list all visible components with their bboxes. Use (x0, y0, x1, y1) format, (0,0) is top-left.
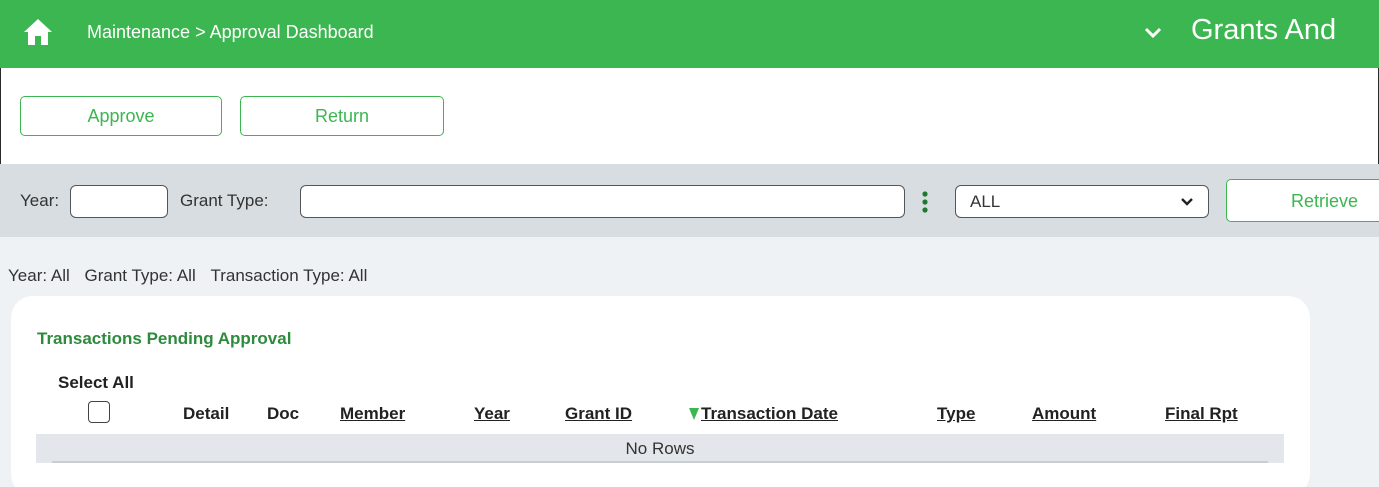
column-header-detail: Detail (183, 404, 230, 423)
retrieve-button-label: Retrieve (1291, 191, 1359, 211)
card-title: Transactions Pending Approval (37, 329, 292, 348)
return-button[interactable]: Return (240, 96, 444, 136)
grant-type-filter-input[interactable] (300, 185, 905, 218)
breadcrumb: Maintenance > Approval Dashboard (87, 22, 374, 42)
summary-transaction-type-value: All (348, 266, 368, 285)
filter-summary: Year: All Grant Type: All Transaction Ty… (8, 266, 367, 286)
column-header-transaction-date-label: Transaction Date (701, 404, 838, 423)
select-all-checkbox[interactable] (88, 401, 110, 423)
summary-transaction-type-label: Transaction Type: (210, 266, 345, 285)
year-filter-input[interactable] (70, 185, 168, 218)
summary-year-label: Year: (8, 266, 48, 285)
transaction-type-select[interactable]: ALL (955, 185, 1209, 218)
home-icon[interactable] (22, 16, 54, 48)
chevron-down-icon (1181, 198, 1193, 206)
approve-button[interactable]: Approve (20, 96, 222, 136)
column-header-year[interactable]: Year (474, 404, 510, 424)
top-bar: Maintenance > Approval Dashboard Grants … (0, 0, 1379, 68)
column-header-doc: Doc (267, 404, 300, 423)
select-all-label: Select All (58, 373, 134, 392)
transaction-type-selected-value: ALL (970, 192, 1001, 211)
app-title[interactable]: Grants And (1191, 14, 1336, 47)
column-header-transaction-date[interactable]: Transaction Date (689, 404, 838, 424)
more-options-icon[interactable] (921, 189, 929, 215)
column-header-final-rpt[interactable]: Final Rpt (1165, 404, 1238, 424)
summary-grant-type-label: Grant Type: (84, 266, 174, 285)
column-header-amount[interactable]: Amount (1032, 404, 1096, 424)
column-header-type[interactable]: Type (937, 404, 975, 424)
empty-rows-message: No Rows (36, 434, 1284, 463)
summary-year-value: All (50, 266, 70, 285)
grant-type-filter-label: Grant Type: (180, 191, 269, 210)
sort-descending-icon (689, 408, 699, 420)
chevron-down-icon[interactable] (1143, 25, 1163, 41)
retrieve-button[interactable]: Retrieve (1226, 179, 1379, 222)
column-header-member[interactable]: Member (340, 404, 405, 424)
summary-grant-type-value: All (176, 266, 196, 285)
divider (52, 461, 1268, 463)
column-header-grant-id[interactable]: Grant ID (565, 404, 632, 424)
year-filter-label: Year: (20, 191, 60, 210)
